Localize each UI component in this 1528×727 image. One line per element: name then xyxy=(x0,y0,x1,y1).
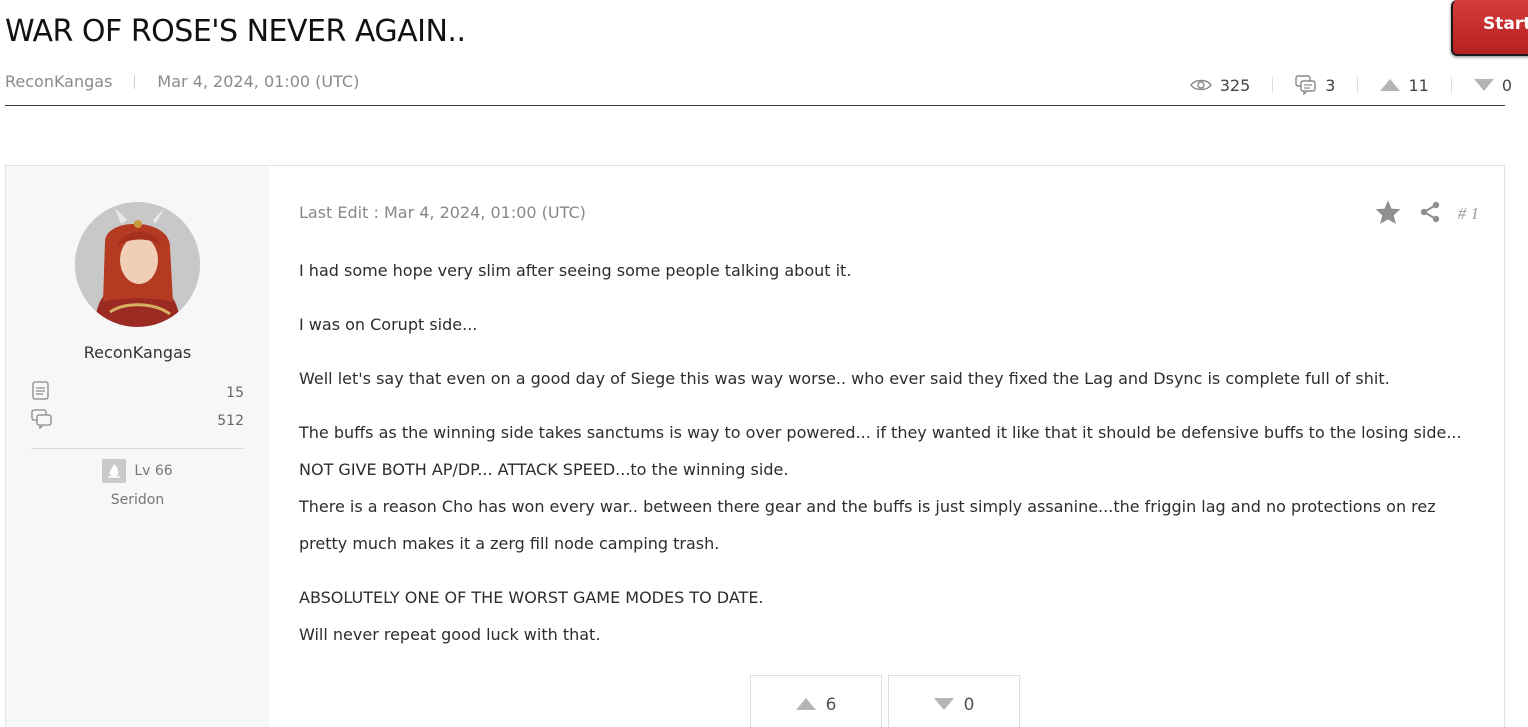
post-paragraph: I was on Corupt side... xyxy=(299,315,478,334)
post-paragraph: I had some hope very slim after seeing s… xyxy=(299,261,852,280)
post-paragraph: There is a reason Cho has won every war.… xyxy=(299,497,1436,553)
meta-divider xyxy=(134,74,136,89)
upvote-icon xyxy=(795,695,816,715)
upvote-icon xyxy=(1380,79,1401,91)
downvote-icon xyxy=(933,695,954,715)
upvote-count: 11 xyxy=(1408,75,1429,95)
post-number[interactable]: # 1 xyxy=(1458,204,1479,224)
post-upvote-count: 6 xyxy=(825,695,837,715)
comments-count: 3 xyxy=(1325,75,1336,95)
downvote-icon xyxy=(1473,79,1494,91)
post-downvote-button[interactable]: 0 xyxy=(888,675,1020,727)
post-paragraph: The buffs as the winning side takes sanc… xyxy=(299,423,1462,479)
post-upvote-button[interactable]: 6 xyxy=(750,675,882,727)
posts-icon xyxy=(31,381,51,405)
author-posts-count: 15 xyxy=(226,385,244,401)
author-level-text: Lv 66 xyxy=(134,463,173,479)
star-icon[interactable] xyxy=(1374,199,1402,229)
downvote-count: 0 xyxy=(1501,75,1512,95)
author-panel: ReconKangas 15 512 Lv 66 Seridon xyxy=(6,166,269,727)
post-paragraph: Well let's say that even on a good day o… xyxy=(299,369,1390,388)
thread-author-link[interactable]: ReconKangas xyxy=(5,72,112,91)
post-card: ReconKangas 15 512 Lv 66 Seridon Last Ed… xyxy=(5,165,1505,727)
author-name[interactable]: ReconKangas xyxy=(6,343,269,362)
post-body: I had some hope very slim after seeing s… xyxy=(299,252,1479,653)
last-edit: Last Edit : Mar 4, 2024, 01:00 (UTC) xyxy=(299,203,586,222)
author-server: Seridon xyxy=(110,492,165,508)
views-count: 325 xyxy=(1219,75,1251,95)
eye-icon xyxy=(1189,78,1212,92)
post-paragraph: Will never repeat good luck with that. xyxy=(299,625,601,644)
comments-stat[interactable]: 3 xyxy=(1295,75,1335,95)
start-button[interactable]: Start xyxy=(1451,0,1528,56)
author-divider xyxy=(31,448,244,449)
upvote-stat[interactable]: 11 xyxy=(1380,75,1429,95)
views-stat: 325 xyxy=(1189,75,1251,95)
author-posts-stat: 15 xyxy=(31,381,244,405)
level-badge-icon xyxy=(102,459,127,483)
author-comments-count: 512 xyxy=(217,413,244,429)
thread-date: Mar 4, 2024, 01:00 (UTC) xyxy=(157,72,360,91)
avatar[interactable] xyxy=(75,202,200,327)
title-divider xyxy=(5,105,1505,106)
thread-header: WAR OF ROSE'S NEVER AGAIN.. Start ReconK… xyxy=(0,0,1528,110)
thread-title: WAR OF ROSE'S NEVER AGAIN.. xyxy=(5,14,466,49)
comments-icon xyxy=(1295,75,1317,95)
post-downvote-count: 0 xyxy=(963,695,975,715)
post-paragraph: ABSOLUTELY ONE OF THE WORST GAME MODES T… xyxy=(299,588,764,607)
author-level: Lv 66 xyxy=(6,459,269,483)
downvote-stat[interactable]: 0 xyxy=(1473,75,1512,95)
share-icon[interactable] xyxy=(1418,200,1442,228)
thread-stats: 325 3 11 0 xyxy=(1189,75,1512,95)
author-comments-stat: 512 xyxy=(31,409,244,433)
thread-meta: ReconKangas Mar 4, 2024, 01:00 (UTC) xyxy=(5,72,359,91)
comments-icon xyxy=(31,409,53,433)
post-tools: # 1 xyxy=(1374,199,1479,229)
post-vote-row: 6 0 xyxy=(750,675,1020,727)
